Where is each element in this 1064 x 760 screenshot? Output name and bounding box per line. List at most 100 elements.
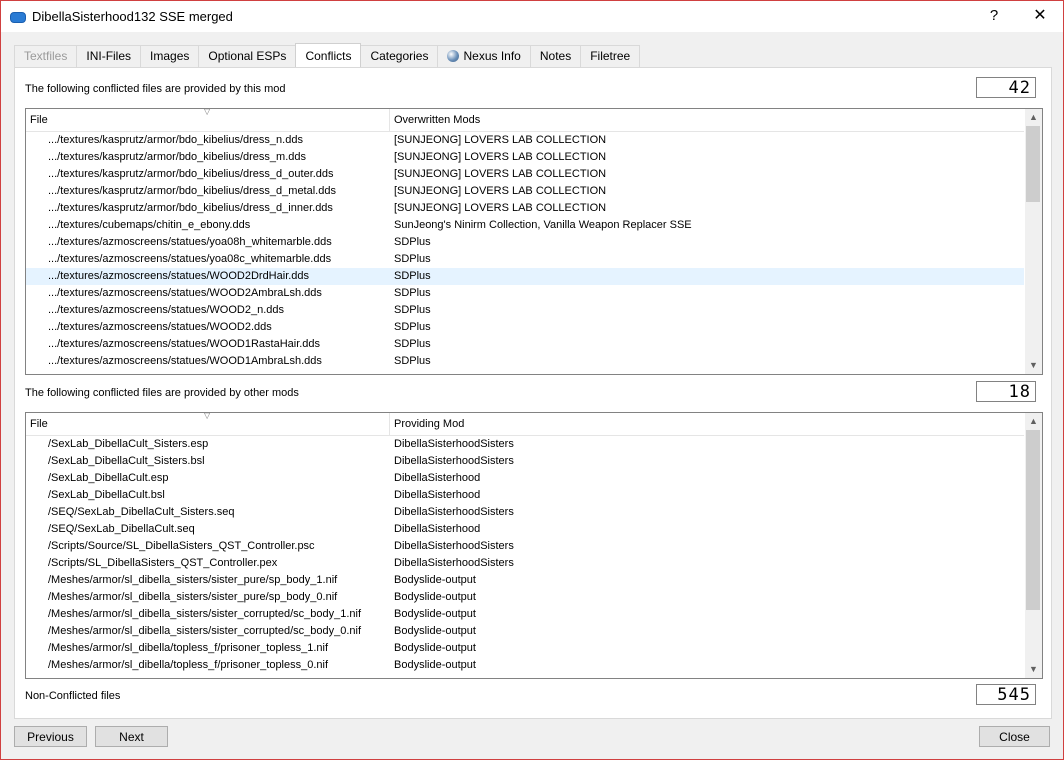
- file-cell: /Meshes/armor/sl_dibella/topless_f/priso…: [48, 659, 329, 671]
- table-row[interactable]: .../textures/kasprutz/armor/bdo_kibelius…: [26, 183, 1024, 200]
- mod-cell: SDPlus: [394, 355, 431, 367]
- tab-images[interactable]: Images: [140, 45, 200, 67]
- table-row[interactable]: .../textures/kasprutz/armor/bdo_kibelius…: [26, 166, 1024, 183]
- table-row[interactable]: .../textures/azmoscreens/statues/yoa08c_…: [26, 251, 1024, 268]
- table-row[interactable]: /Scripts/SL_DibellaSisters_QST_Controlle…: [26, 555, 1024, 572]
- tab-notes[interactable]: Notes: [529, 45, 582, 67]
- table-row[interactable]: /Meshes/armor/sl_dibella_sisters/sister_…: [26, 623, 1024, 640]
- tab-bar: Textfiles INI-Files Images Optional ESPs Con…: [14, 43, 641, 67]
- tab-filetree[interactable]: Filetree: [580, 45, 641, 67]
- table-row[interactable]: .../textures/cubemaps/chitin_e_ebony.dds…: [26, 217, 1024, 234]
- mod-cell: [SUNJEONG] LOVERS LAB COLLECTION: [394, 202, 607, 214]
- file-cell: .../textures/azmoscreens/statues/yoa08h_…: [48, 236, 332, 248]
- mod-cell: SunJeong's Ninirm Collection, Vanilla We…: [394, 219, 692, 231]
- tab-optional-esps[interactable]: Optional ESPs: [198, 45, 297, 67]
- mod-cell: DibellaSisterhood: [394, 523, 481, 535]
- scroll-up-icon[interactable]: ▲: [1025, 413, 1042, 430]
- column-header-providing-mod[interactable]: Providing Mod: [390, 413, 1024, 435]
- table-row[interactable]: .../textures/azmoscreens/statues/WOOD1Am…: [26, 353, 1024, 370]
- mod-cell: DibellaSisterhoodSisters: [394, 455, 514, 467]
- tab-label: INI-Files: [86, 49, 132, 63]
- help-button[interactable]: ?: [979, 5, 1009, 27]
- tab-textfiles: Textfiles: [14, 45, 78, 67]
- column-header-overwritten-mods[interactable]: Overwritten Mods: [390, 109, 1024, 131]
- table-row[interactable]: .../textures/azmoscreens/statues/WOOD2.d…: [26, 319, 1024, 336]
- mod-cell: SDPlus: [394, 287, 431, 299]
- mod-cell: DibellaSisterhood: [394, 472, 481, 484]
- scroll-thumb[interactable]: [1026, 430, 1040, 610]
- table-row[interactable]: /Meshes/armor/sl_dibella/topless_f/priso…: [26, 657, 1024, 674]
- title-bar: DibellaSisterhood132 SSE merged ? ✕: [1, 1, 1063, 32]
- sort-arrow-icon: ▽: [204, 412, 211, 420]
- table-row[interactable]: .../textures/kasprutz/armor/bdo_kibelius…: [26, 200, 1024, 217]
- mod-cell: DibellaSisterhood: [394, 489, 481, 501]
- tab-categories[interactable]: Categories: [360, 45, 439, 67]
- close-button[interactable]: Close: [979, 726, 1050, 747]
- table-row[interactable]: /SEQ/SexLab_DibellaCult_Sisters.seq Dibel…: [26, 504, 1024, 521]
- table-row[interactable]: .../textures/azmoscreens/statues/WOOD2_n…: [26, 302, 1024, 319]
- vertical-scrollbar[interactable]: ▲ ▼: [1025, 413, 1042, 678]
- file-cell: /Meshes/armor/sl_dibella_sisters/sister_…: [48, 608, 362, 620]
- window-title: DibellaSisterhood132 SSE merged: [32, 9, 233, 24]
- tab-label: Categories: [370, 49, 429, 63]
- nonconflicted-count: 545: [976, 684, 1036, 705]
- file-cell: .../textures/azmoscreens/statues/WOOD2.d…: [48, 321, 272, 333]
- table-row[interactable]: /SexLab_DibellaCult.bsl DibellaSisterhood: [26, 487, 1024, 504]
- scroll-thumb[interactable]: [1026, 126, 1040, 202]
- table-row[interactable]: /Meshes/armor/sl_dibella_sisters/sister_…: [26, 606, 1024, 623]
- vertical-scrollbar[interactable]: ▲ ▼: [1025, 109, 1042, 374]
- table-row[interactable]: .../textures/kasprutz/armor/bdo_kibelius…: [26, 149, 1024, 166]
- table-row[interactable]: .../textures/azmoscreens/statues/WOOD1Ra…: [26, 336, 1024, 353]
- file-cell: .../textures/kasprutz/armor/bdo_kibelius…: [48, 185, 336, 197]
- table-body: /SexLab_DibellaCult_Sisters.esp DibellaSi…: [26, 436, 1024, 674]
- table-row[interactable]: /SexLab_DibellaCult_Sisters.esp DibellaSi…: [26, 436, 1024, 453]
- tab-ini-files[interactable]: INI-Files: [76, 45, 142, 67]
- file-cell: /SexLab_DibellaCult.bsl: [48, 489, 165, 501]
- table-row[interactable]: /SexLab_DibellaCult.esp DibellaSisterhood: [26, 470, 1024, 487]
- overwrite-count: 42: [976, 77, 1036, 98]
- nonconflicted-label: Non-Conflicted files: [25, 690, 121, 702]
- file-cell: /Meshes/armor/sl_dibella_sisters/sister_…: [48, 574, 338, 586]
- table-row[interactable]: /Meshes/armor/sl_dibella_sisters/sister_…: [26, 572, 1024, 589]
- file-cell: /Meshes/armor/sl_dibella_sisters/sister_…: [48, 625, 362, 637]
- file-cell: /SEQ/SexLab_DibellaCult_Sisters.seq: [48, 506, 235, 518]
- table-row[interactable]: /Meshes/armor/sl_dibella/topless_f/priso…: [26, 640, 1024, 657]
- table-row[interactable]: .../textures/azmoscreens/statues/WOOD2Dr…: [26, 268, 1024, 285]
- file-cell: .../textures/azmoscreens/statues/WOOD2Dr…: [48, 270, 310, 282]
- scroll-up-icon[interactable]: ▲: [1025, 109, 1042, 126]
- table-row[interactable]: /SexLab_DibellaCult_Sisters.bsl DibellaSi…: [26, 453, 1024, 470]
- mod-cell: DibellaSisterhoodSisters: [394, 540, 514, 552]
- table-row[interactable]: /Scripts/Source/SL_DibellaSisters_QST_Co…: [26, 538, 1024, 555]
- tab-label: Nexus Info: [463, 49, 521, 63]
- mod-cell: Bodyslide-output: [394, 625, 476, 637]
- mod-cell: Bodyslide-output: [394, 642, 476, 654]
- tab-conflicts[interactable]: Conflicts: [295, 43, 362, 67]
- table-row[interactable]: .../textures/azmoscreens/statues/WOOD2Am…: [26, 285, 1024, 302]
- file-cell: /SexLab_DibellaCult.esp: [48, 472, 169, 484]
- table-row[interactable]: .../textures/azmoscreens/statues/yoa08h_…: [26, 234, 1024, 251]
- previous-button[interactable]: Previous: [14, 726, 87, 747]
- next-button[interactable]: Next: [95, 726, 168, 747]
- mod-cell: Bodyslide-output: [394, 659, 476, 671]
- overwrite-table[interactable]: File ▽ Overwritten Mods .../textures/kas…: [25, 108, 1043, 375]
- table-body: .../textures/kasprutz/armor/bdo_kibelius…: [26, 132, 1024, 370]
- close-icon[interactable]: ✕: [1025, 5, 1055, 27]
- mod-cell: SDPlus: [394, 338, 431, 350]
- mod-cell: [SUNJEONG] LOVERS LAB COLLECTION: [394, 168, 607, 180]
- file-cell: .../textures/azmoscreens/statues/WOOD1Ra…: [48, 338, 321, 350]
- mod-cell: [SUNJEONG] LOVERS LAB COLLECTION: [394, 134, 607, 146]
- tab-label: Conflicts: [305, 49, 352, 63]
- file-cell: .../textures/kasprutz/armor/bdo_kibelius…: [48, 134, 303, 146]
- scroll-down-icon[interactable]: ▼: [1025, 357, 1042, 374]
- file-cell: .../textures/kasprutz/armor/bdo_kibelius…: [48, 151, 307, 163]
- overwrite-section-label: The following conflicted files are provi…: [25, 83, 286, 95]
- table-row[interactable]: /SEQ/SexLab_DibellaCult.seq DibellaSister…: [26, 521, 1024, 538]
- mod-cell: Bodyslide-output: [394, 608, 476, 620]
- table-row[interactable]: /Meshes/armor/sl_dibella_sisters/sister_…: [26, 589, 1024, 606]
- scroll-down-icon[interactable]: ▼: [1025, 661, 1042, 678]
- tab-label: Notes: [539, 49, 572, 63]
- tab-nexus-info[interactable]: Nexus Info: [437, 45, 531, 67]
- file-cell: .../textures/azmoscreens/statues/yoa08c_…: [48, 253, 332, 265]
- table-row[interactable]: .../textures/kasprutz/armor/bdo_kibelius…: [26, 132, 1024, 149]
- overwritten-table[interactable]: File ▽ Providing Mod /SexLab_DibellaCult…: [25, 412, 1043, 679]
